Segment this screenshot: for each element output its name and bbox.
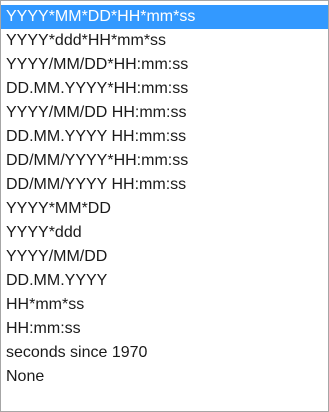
dropdown-option[interactable]: None [1, 365, 328, 389]
dropdown-option[interactable]: YYYY*ddd [1, 221, 328, 245]
dropdown-option[interactable]: DD/MM/YYYY HH:mm:ss [1, 173, 328, 197]
dropdown-option[interactable]: DD.MM.YYYY [1, 269, 328, 293]
dropdown-option[interactable]: HH:mm:ss [1, 317, 328, 341]
dropdown-option[interactable]: HH*mm*ss [1, 293, 328, 317]
dropdown-option[interactable]: YYYY*MM*DD*HH*mm*ss [1, 5, 328, 29]
dropdown-option[interactable]: DD.MM.YYYY*HH:mm:ss [1, 77, 328, 101]
dropdown-option[interactable]: seconds since 1970 [1, 341, 328, 365]
dropdown-option[interactable]: YYYY/MM/DD [1, 245, 328, 269]
dropdown-option[interactable]: YYYY/MM/DD HH:mm:ss [1, 101, 328, 125]
dropdown-option[interactable]: DD.MM.YYYY HH:mm:ss [1, 125, 328, 149]
dropdown-option[interactable]: YYYY/MM/DD*HH:mm:ss [1, 53, 328, 77]
dropdown-option[interactable]: YYYY*ddd*HH*mm*ss [1, 29, 328, 53]
dropdown-option[interactable]: YYYY*MM*DD [1, 197, 328, 221]
dropdown-option[interactable]: DD/MM/YYYY*HH:mm:ss [1, 149, 328, 173]
date-format-dropdown-list[interactable]: YYYY*MM*DD*HH*mm*ss YYYY*ddd*HH*mm*ss YY… [0, 0, 329, 412]
